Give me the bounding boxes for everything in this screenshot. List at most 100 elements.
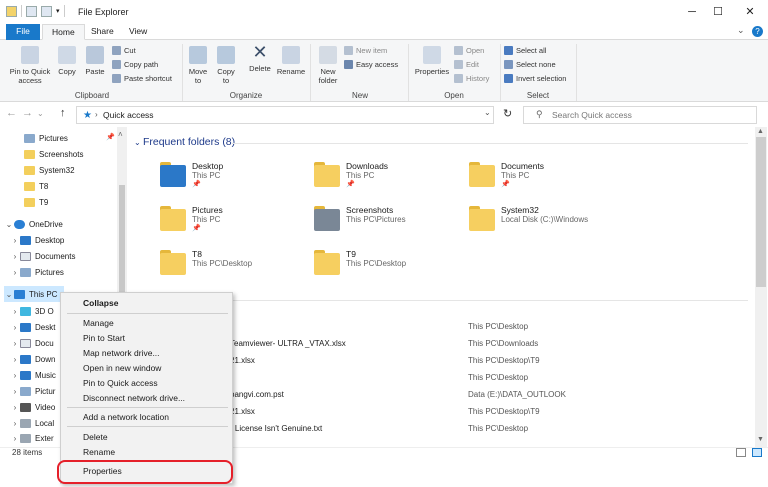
menu-item-pin-to-start[interactable]: Pin to Start: [83, 333, 125, 343]
chevron-right-icon[interactable]: ›: [10, 268, 20, 277]
easy-access-button[interactable]: Easy access: [344, 57, 398, 71]
forward-button[interactable]: →: [22, 107, 33, 119]
chevron-up-icon[interactable]: ˄: [118, 130, 123, 139]
up-button[interactable]: ↑: [60, 107, 66, 119]
select-none-button[interactable]: Select none: [504, 57, 556, 71]
help-icon[interactable]: ?: [752, 26, 763, 37]
copy-to-button[interactable]: Copy to: [214, 46, 238, 85]
address-dropdown-icon[interactable]: ⌄: [484, 108, 491, 117]
new-folder-icon[interactable]: [41, 5, 52, 17]
paste-shortcut-button[interactable]: Paste shortcut: [112, 71, 172, 85]
search-input[interactable]: ⚲ Search Quick access: [523, 106, 757, 124]
details-view-icon[interactable]: [736, 448, 746, 457]
copy-path-button[interactable]: Copy path: [112, 57, 158, 71]
history-button[interactable]: History: [454, 71, 489, 85]
chevron-right-icon[interactable]: ›: [10, 236, 20, 245]
recent-file-row[interactable]: 21.xlsx: [230, 352, 255, 369]
menu-item-manage[interactable]: Manage: [83, 318, 114, 328]
nav-item-pictures-quick[interactable]: Pictures: [24, 130, 68, 146]
move-to-button[interactable]: Move to: [186, 46, 210, 85]
back-button[interactable]: ←: [6, 107, 17, 119]
invert-selection-button[interactable]: Invert selection: [504, 71, 566, 85]
address-bar[interactable]: ★ › Quick access: [76, 106, 494, 124]
chevron-right-icon[interactable]: ›: [10, 371, 20, 380]
chevron-right-icon[interactable]: ›: [10, 403, 20, 412]
menu-item-collapse[interactable]: Collapse: [83, 298, 118, 308]
menu-item-map-network-drive[interactable]: Map network drive...: [83, 348, 160, 358]
folder-tile-pictures[interactable]: Pictures This PC 📌: [160, 202, 310, 238]
chevron-right-icon[interactable]: ›: [10, 307, 20, 316]
chevron-down-icon[interactable]: ⌄: [4, 220, 14, 229]
folder-tile-t8[interactable]: T8 This PC\Desktop: [160, 246, 310, 282]
menu-item-rename[interactable]: Rename: [83, 447, 115, 457]
copy-button[interactable]: Copy: [56, 46, 78, 76]
tab-view[interactable]: View: [120, 24, 156, 40]
nav-item-music[interactable]: › Music: [10, 367, 56, 383]
nav-item-onedrive-pictures[interactable]: › Pictures: [10, 264, 64, 280]
select-all-button[interactable]: Select all: [504, 43, 546, 57]
pin-quick-access-button[interactable]: Pin to Quick access: [6, 46, 54, 85]
nav-item-t8[interactable]: T8: [24, 178, 48, 194]
folder-tile-desktop[interactable]: Desktop This PC 📌: [160, 158, 310, 194]
folder-tile-screenshots[interactable]: Screenshots This PC\Pictures: [314, 202, 464, 238]
edit-button[interactable]: Edit: [454, 57, 479, 71]
nav-item-t9[interactable]: T9: [24, 194, 48, 210]
properties-icon[interactable]: [26, 5, 37, 17]
folder-tile-system32[interactable]: System32 Local Disk (C:)\Windows: [469, 202, 619, 238]
new-item-button[interactable]: New item: [344, 43, 387, 57]
chevron-right-icon[interactable]: ›: [10, 339, 20, 348]
refresh-button[interactable]: ↻: [503, 107, 512, 120]
nav-item-3d-objects[interactable]: › 3D O: [10, 303, 54, 319]
chevron-right-icon[interactable]: ›: [10, 387, 20, 396]
frequent-folders-header[interactable]: ⌄ Frequent folders (8): [134, 136, 235, 148]
chevron-right-icon[interactable]: ›: [10, 419, 20, 428]
tab-share[interactable]: Share: [82, 24, 123, 40]
minimize-button[interactable]: ─: [680, 0, 704, 24]
cut-button[interactable]: Cut: [112, 43, 136, 57]
chevron-right-icon[interactable]: ›: [10, 355, 20, 364]
chevron-down-icon[interactable]: ⌄: [4, 290, 14, 299]
scroll-down-icon[interactable]: ▼: [757, 436, 764, 443]
nav-item-downloads[interactable]: › Down: [10, 351, 55, 367]
chevron-right-icon[interactable]: ›: [10, 434, 20, 443]
nav-item-documents[interactable]: › Docu: [10, 335, 54, 351]
open-button[interactable]: Open: [454, 43, 484, 57]
menu-item-add-network-location[interactable]: Add a network location: [83, 412, 169, 422]
nav-item-pictures[interactable]: › Pictur: [10, 383, 55, 399]
menu-item-open-new-window[interactable]: Open in new window: [83, 363, 161, 373]
nav-item-system32[interactable]: System32: [24, 162, 75, 178]
nav-item-onedrive[interactable]: ⌄ OneDrive: [4, 216, 63, 232]
nav-item-videos[interactable]: › Video: [10, 399, 55, 415]
nav-item-external[interactable]: › Exter: [10, 431, 54, 445]
recent-locations-button[interactable]: ⌄: [37, 109, 44, 118]
nav-item-local-disk[interactable]: › Local: [10, 415, 54, 431]
chevron-right-icon[interactable]: ›: [10, 252, 20, 261]
folder-tile-documents[interactable]: Documents This PC 📌: [469, 158, 619, 194]
rename-button[interactable]: Rename: [276, 46, 306, 76]
menu-item-pin-quick-access[interactable]: Pin to Quick access: [83, 378, 158, 388]
recent-file-row[interactable]: oangvi.com.pst: [230, 386, 284, 403]
breadcrumb[interactable]: Quick access: [103, 110, 154, 120]
nav-item-screenshots[interactable]: Screenshots: [24, 146, 83, 162]
tiles-view-icon[interactable]: [752, 448, 762, 457]
nav-item-this-pc[interactable]: ⌄ This PC: [4, 286, 64, 302]
tab-home[interactable]: Home: [42, 24, 85, 40]
recent-file-row[interactable]: Teamviewer- ULTRA _VTAX.xlsx: [230, 335, 346, 352]
properties-button[interactable]: Properties: [412, 46, 452, 76]
content-scrollbar-thumb[interactable]: [756, 137, 766, 287]
nav-scrollbar-thumb[interactable]: [119, 185, 125, 295]
customize-qat-icon[interactable]: ▾: [56, 7, 60, 15]
close-button[interactable]: ✕: [738, 0, 762, 24]
menu-item-disconnect-network-drive[interactable]: Disconnect network drive...: [83, 393, 185, 403]
scroll-up-icon[interactable]: ▲: [757, 128, 764, 135]
tab-file[interactable]: File: [6, 24, 40, 40]
maximize-button[interactable]: ☐: [706, 0, 730, 24]
expand-ribbon-icon[interactable]: ⌄: [737, 25, 745, 36]
nav-item-onedrive-documents[interactable]: › Documents: [10, 248, 75, 264]
nav-item-onedrive-desktop[interactable]: › Desktop: [10, 232, 64, 248]
chevron-right-icon[interactable]: ›: [10, 323, 20, 332]
nav-item-desktop[interactable]: › Deskt: [10, 319, 55, 335]
menu-item-delete[interactable]: Delete: [83, 432, 108, 442]
new-folder-button[interactable]: New folder: [314, 46, 342, 85]
recent-file-row[interactable]: 21.xlsx: [230, 403, 255, 420]
